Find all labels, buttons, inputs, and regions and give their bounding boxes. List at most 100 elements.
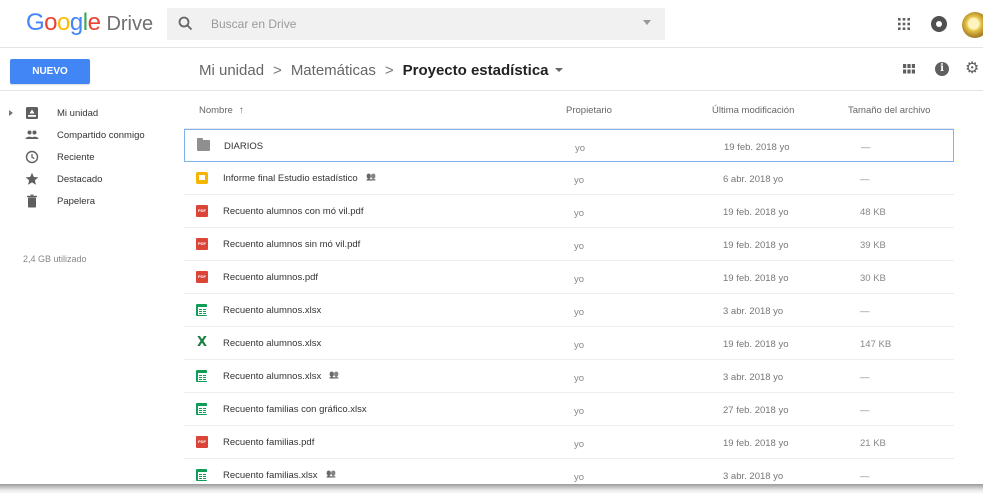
file-row[interactable]: Recuento familias.xlsx 👥 yo 3 abr. 2018 yo —: [184, 459, 954, 486]
file-list-header: Nombre ↑ Propietario Última modificación …: [184, 92, 954, 129]
apps-grid-icon[interactable]: [898, 18, 910, 30]
grid-view-icon[interactable]: [903, 64, 915, 74]
file-modified: 3 abr. 2018 yo: [723, 372, 784, 383]
file-name: Recuento alumnos.xlsx: [223, 305, 322, 316]
file-modified: 19 feb. 2018 yo: [723, 438, 789, 449]
file-modified: 19 feb. 2018 yo: [724, 142, 790, 153]
clock-icon: [25, 150, 39, 164]
people-icon: [25, 130, 39, 139]
breadcrumb-separator: >: [273, 61, 282, 79]
column-header-name[interactable]: Nombre ↑: [199, 105, 244, 116]
file-row[interactable]: Recuento familias con gráfico.xlsx yo 27 f…: [184, 393, 954, 426]
sidebar-item-label: Destacado: [57, 173, 103, 185]
star-icon: [25, 172, 39, 185]
column-header-size[interactable]: Tamaño del archivo: [848, 105, 930, 116]
file-size: —: [860, 174, 870, 185]
folder-row[interactable]: DIARIOS yo 19 feb. 2018 yo —: [184, 129, 954, 162]
file-owner: yo: [574, 274, 585, 285]
file-name: Recuento alumnos con mó vil.pdf: [223, 206, 364, 217]
window-shadow: [0, 484, 983, 494]
folder-icon: [197, 138, 210, 151]
drive-window: Google Drive NUEVO Mi unidad > Matemátic…: [0, 0, 983, 486]
new-button[interactable]: NUEVO: [10, 59, 90, 84]
file-modified: 6 abr. 2018 yo: [723, 174, 784, 185]
file-size: 48 KB: [860, 207, 886, 218]
breadcrumb-item-mathematics[interactable]: Matemáticas: [291, 62, 376, 79]
file-name: DIARIOS: [224, 141, 264, 152]
search-icon[interactable]: [177, 15, 195, 33]
search-box[interactable]: [167, 8, 665, 40]
info-icon[interactable]: i: [935, 62, 949, 76]
logo-letter: o: [44, 9, 58, 36]
file-row[interactable]: PDF Recuento familias.pdf yo 19 feb. 2018 y…: [184, 426, 954, 459]
file-name: Recuento alumnos sin mó vil.pdf: [223, 239, 361, 250]
sidebar-item-my-drive[interactable]: Mi unidad: [0, 101, 165, 125]
breadcrumb-separator: >: [384, 61, 394, 79]
file-modified: 3 abr. 2018 yo: [723, 471, 784, 482]
column-header-modified[interactable]: Última modificación: [712, 105, 794, 116]
file-name: Recuento alumnos.pdf: [223, 272, 319, 283]
sidebar-item-starred[interactable]: Destacado: [0, 167, 165, 191]
file-row[interactable]: PDF Recuento alumnos sin mó vil.pdf yo 19 f…: [184, 228, 954, 261]
file-row[interactable]: PDF Recuento alumnos con mó vil.pdf yo 19 f…: [184, 195, 954, 228]
search-input[interactable]: [211, 8, 631, 40]
sidebar-item-shared-with-me[interactable]: Compartido conmigo: [0, 123, 165, 147]
sidebar-item-label: Mi unidad: [57, 107, 99, 119]
file-modified: 3 abr. 2018 yo: [723, 306, 784, 317]
google-drive-logo[interactable]: Google Drive: [26, 9, 153, 39]
file-owner: yo: [575, 143, 586, 154]
file-owner: yo: [574, 175, 585, 186]
file-size: 39 KB: [860, 240, 886, 251]
column-header-owner[interactable]: Propietario: [566, 105, 612, 116]
expand-arrow-icon[interactable]: [9, 110, 13, 116]
sidebar-item-trash[interactable]: Papelera: [0, 189, 165, 213]
file-name: Recuento familias.xlsx: [223, 470, 318, 481]
sheets-icon: [196, 304, 207, 316]
file-owner: yo: [574, 307, 585, 318]
breadcrumb: Mi unidad > Matemáticas > Proyecto estad…: [199, 59, 563, 81]
sheets-icon: [196, 403, 207, 415]
file-owner: yo: [574, 340, 585, 351]
column-header-name-label: Nombre: [199, 105, 233, 116]
logo-letter: e: [87, 9, 101, 36]
search-options-caret-icon[interactable]: [643, 20, 651, 25]
file-row[interactable]: Recuento alumnos.xlsx 👥 yo 3 abr. 2018 yo —: [184, 360, 954, 393]
folder-menu-caret-icon[interactable]: [554, 68, 563, 72]
file-modified: 19 feb. 2018 yo: [723, 207, 789, 218]
file-row[interactable]: PDF Recuento alumnos.pdf yo 19 feb. 2018 yo…: [184, 261, 954, 294]
storage-usage[interactable]: 2,4 GB utilizado: [23, 254, 87, 264]
sidebar-item-label: Reciente: [57, 151, 95, 163]
excel-icon: X: [196, 335, 208, 350]
sort-ascending-icon[interactable]: ↑: [239, 105, 244, 116]
file-size: —: [860, 405, 870, 416]
file-row[interactable]: Informe final Estudio estadístico 👥 yo 6 ab…: [184, 162, 954, 195]
file-modified: 27 feb. 2018 yo: [723, 405, 789, 416]
sidebar-item-recent[interactable]: Reciente: [0, 145, 165, 169]
breadcrumb-current-folder[interactable]: Proyecto estadística: [403, 62, 549, 79]
file-owner: yo: [574, 439, 585, 450]
file-name: Informe final Estudio estadístico: [223, 173, 358, 184]
breadcrumb-item-my-drive[interactable]: Mi unidad: [199, 62, 264, 79]
file-owner: yo: [574, 373, 585, 384]
pdf-icon: PDF: [196, 238, 208, 250]
top-bar: Google Drive: [0, 0, 983, 48]
pdf-icon: PDF: [196, 436, 208, 448]
sheets-icon: [196, 469, 207, 481]
sidebar: Mi unidad Compartido conmigo Reciente De…: [0, 92, 168, 486]
file-row[interactable]: Recuento alumnos.xlsx yo 3 abr. 2018 yo —: [184, 294, 954, 327]
logo-letter: G: [26, 9, 45, 36]
file-owner: yo: [574, 406, 585, 417]
file-name: Recuento alumnos.xlsx: [223, 338, 322, 349]
file-row[interactable]: X Recuento alumnos.xlsx yo 19 feb. 2018 yo 1…: [184, 327, 954, 360]
file-name: Recuento familias.pdf: [223, 437, 315, 448]
gear-icon[interactable]: ⚙: [965, 61, 979, 77]
file-size: —: [861, 142, 871, 153]
shared-people-icon: 👥: [329, 370, 339, 379]
shared-people-icon: 👥: [326, 469, 336, 478]
file-modified: 19 feb. 2018 yo: [723, 240, 789, 251]
file-size: 21 KB: [860, 438, 886, 449]
notifications-icon[interactable]: [931, 16, 947, 32]
avatar[interactable]: [962, 12, 983, 38]
file-modified: 19 feb. 2018 yo: [723, 273, 789, 284]
file-name: Recuento familias con gráfico.xlsx: [223, 404, 367, 415]
